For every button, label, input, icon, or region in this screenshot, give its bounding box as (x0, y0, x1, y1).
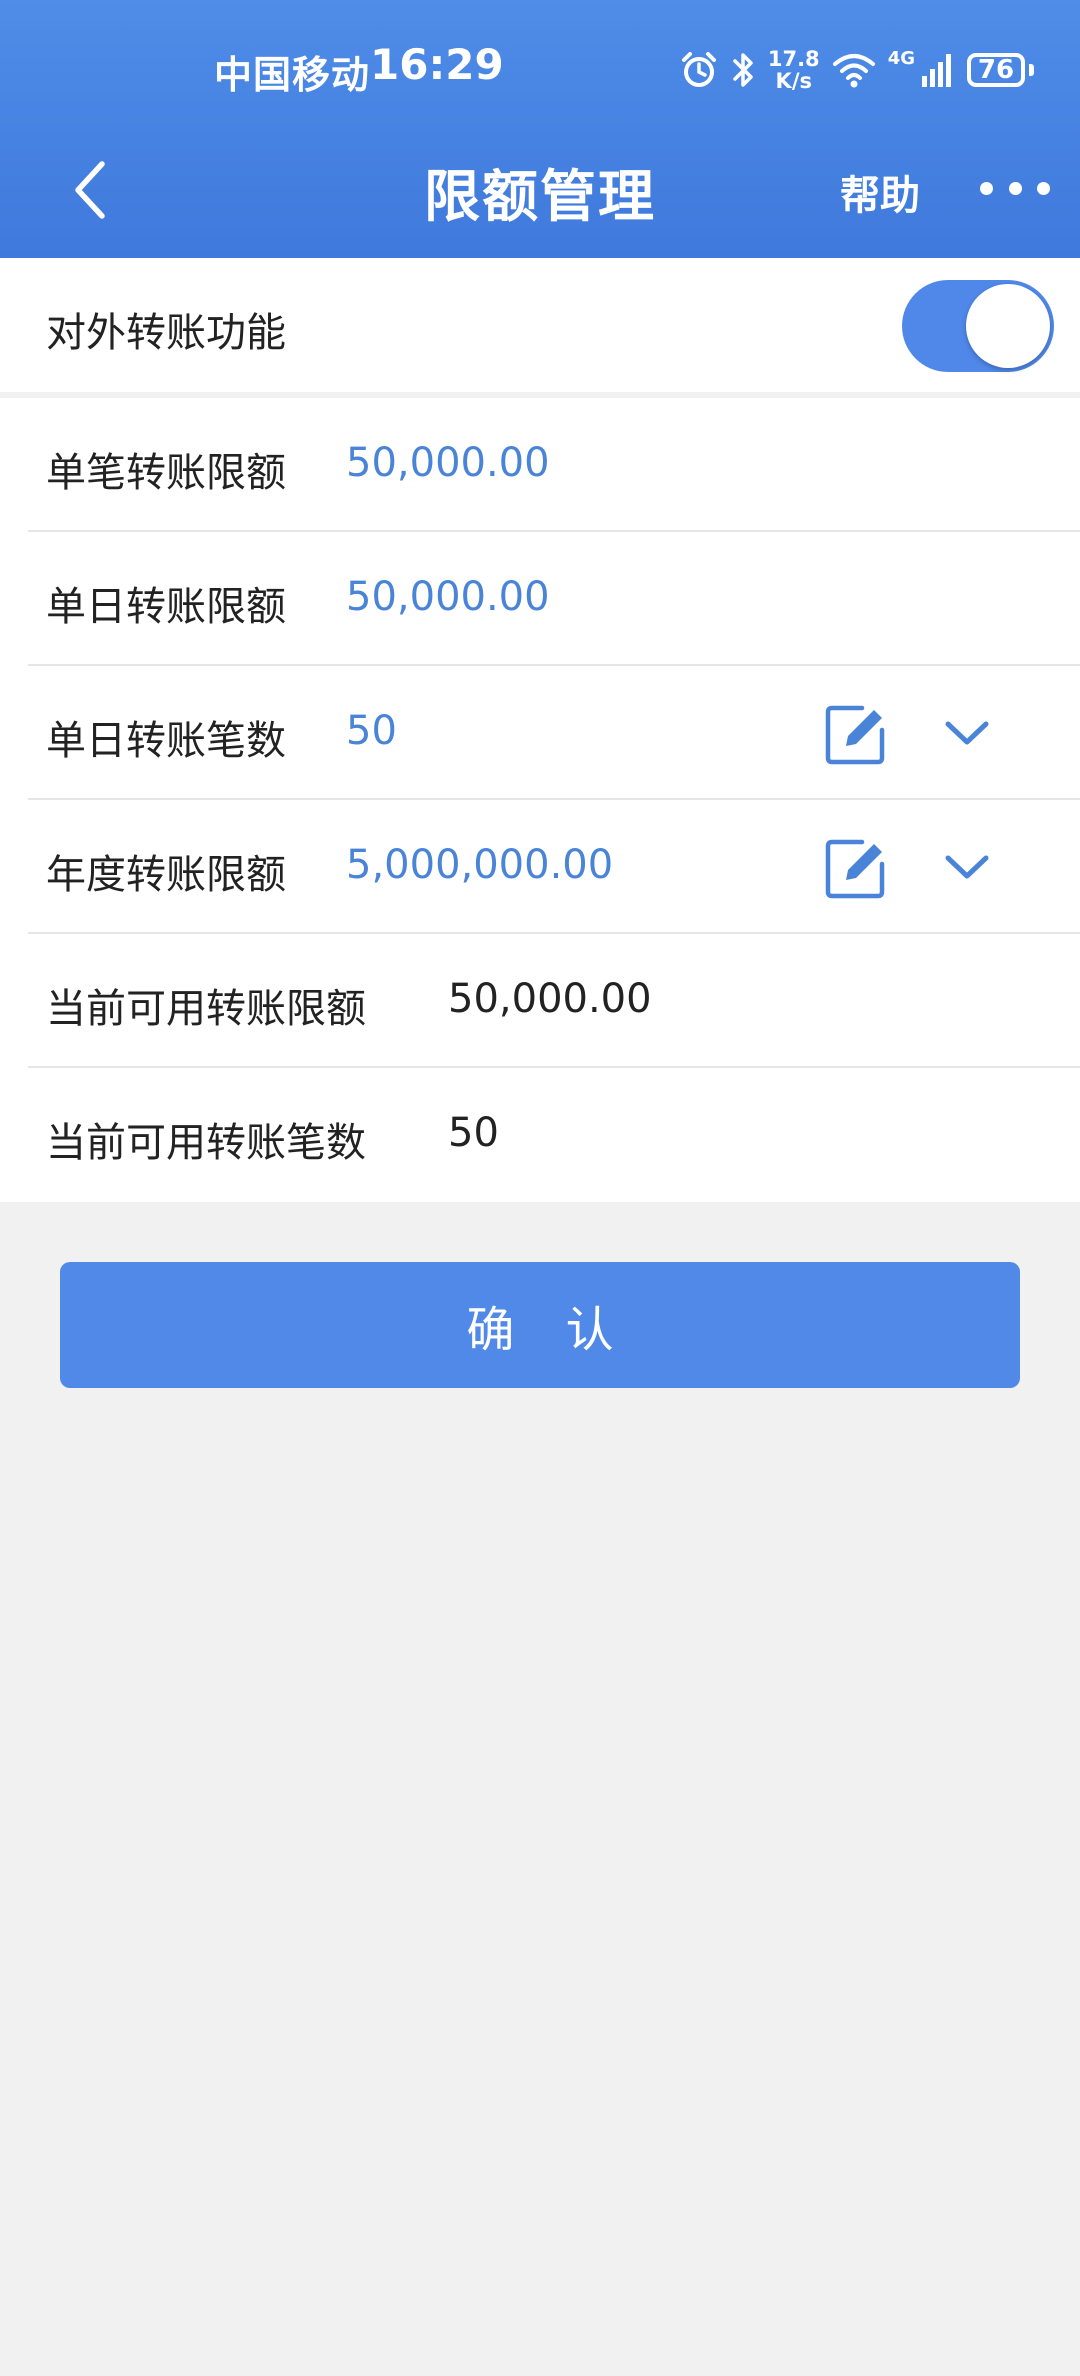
chevron-down-icon[interactable] (940, 848, 994, 888)
available-limit-value: 50,000.00 (448, 976, 652, 1022)
annual-limit-value: 5,000,000.00 (346, 842, 614, 888)
daily-limit-label: 单日转账限额 (46, 584, 286, 630)
net-speed: 17.8 K/s (768, 48, 820, 92)
more-dot (1008, 181, 1022, 195)
battery-tip (1029, 64, 1034, 76)
net-speed-unit: K/s (775, 69, 812, 93)
single-limit-label: 单笔转账限额 (46, 450, 286, 496)
battery-level: 76 (977, 55, 1015, 85)
alarm-icon (681, 52, 716, 87)
single-limit-value: 50,000.00 (346, 440, 550, 486)
help-button[interactable]: 帮助 (840, 163, 920, 221)
signal-icon (922, 54, 951, 87)
edit-icon[interactable] (822, 702, 888, 768)
list-item-annual-limit: 年度转账限额 5,000,000.00 (0, 800, 1080, 934)
app-header: 中国移动 16:29 17.8 K/s 4G 76 限额管理 帮助 (0, 0, 1080, 258)
transfer-function-label: 对外转账功能 (46, 310, 286, 356)
confirm-button[interactable]: 确 认 (60, 1262, 1020, 1388)
list-item-daily-limit: 单日转账限额 50,000.00 (0, 532, 1080, 666)
wifi-icon (832, 54, 875, 88)
edit-icon[interactable] (822, 836, 888, 902)
list-item-single-limit: 单笔转账限额 50,000.00 (0, 398, 1080, 532)
net-speed-value: 17.8 (767, 47, 820, 71)
status-icons: 17.8 K/s 4G 76 (680, 48, 1034, 92)
annual-limit-label: 年度转账限额 (46, 852, 286, 898)
transfer-function-row: 对外转账功能 (0, 258, 1080, 392)
list-item-available-count: 当前可用转账笔数 50 (0, 1068, 1080, 1202)
more-button[interactable] (980, 168, 1050, 208)
available-count-value: 50 (448, 1110, 499, 1156)
available-limit-label: 当前可用转账限额 (46, 986, 366, 1032)
daily-count-value: 50 (346, 708, 397, 754)
more-dot (980, 181, 993, 195)
limit-list: 单笔转账限额 50,000.00 单日转账限额 50,000.00 单日转账笔数… (0, 398, 1080, 1202)
status-time: 16:29 (370, 40, 504, 89)
chevron-down-icon[interactable] (940, 714, 994, 754)
more-dot (1037, 181, 1050, 195)
toggle-knob (966, 284, 1050, 368)
transfer-function-toggle[interactable] (902, 280, 1054, 372)
daily-count-label: 单日转账笔数 (46, 718, 286, 764)
bluetooth-icon (733, 53, 753, 87)
list-item-daily-count: 单日转账笔数 50 (0, 666, 1080, 800)
status-bar: 中国移动 16:29 17.8 K/s 4G 76 (0, 0, 1080, 140)
available-count-label: 当前可用转账笔数 (46, 1120, 366, 1166)
battery-icon: 76 (967, 53, 1025, 87)
daily-limit-value: 50,000.00 (346, 574, 550, 620)
network-type: 4G (887, 48, 915, 69)
carrier-name: 中国移动 (214, 53, 371, 97)
list-item-available-limit: 当前可用转账限额 50,000.00 (0, 934, 1080, 1068)
